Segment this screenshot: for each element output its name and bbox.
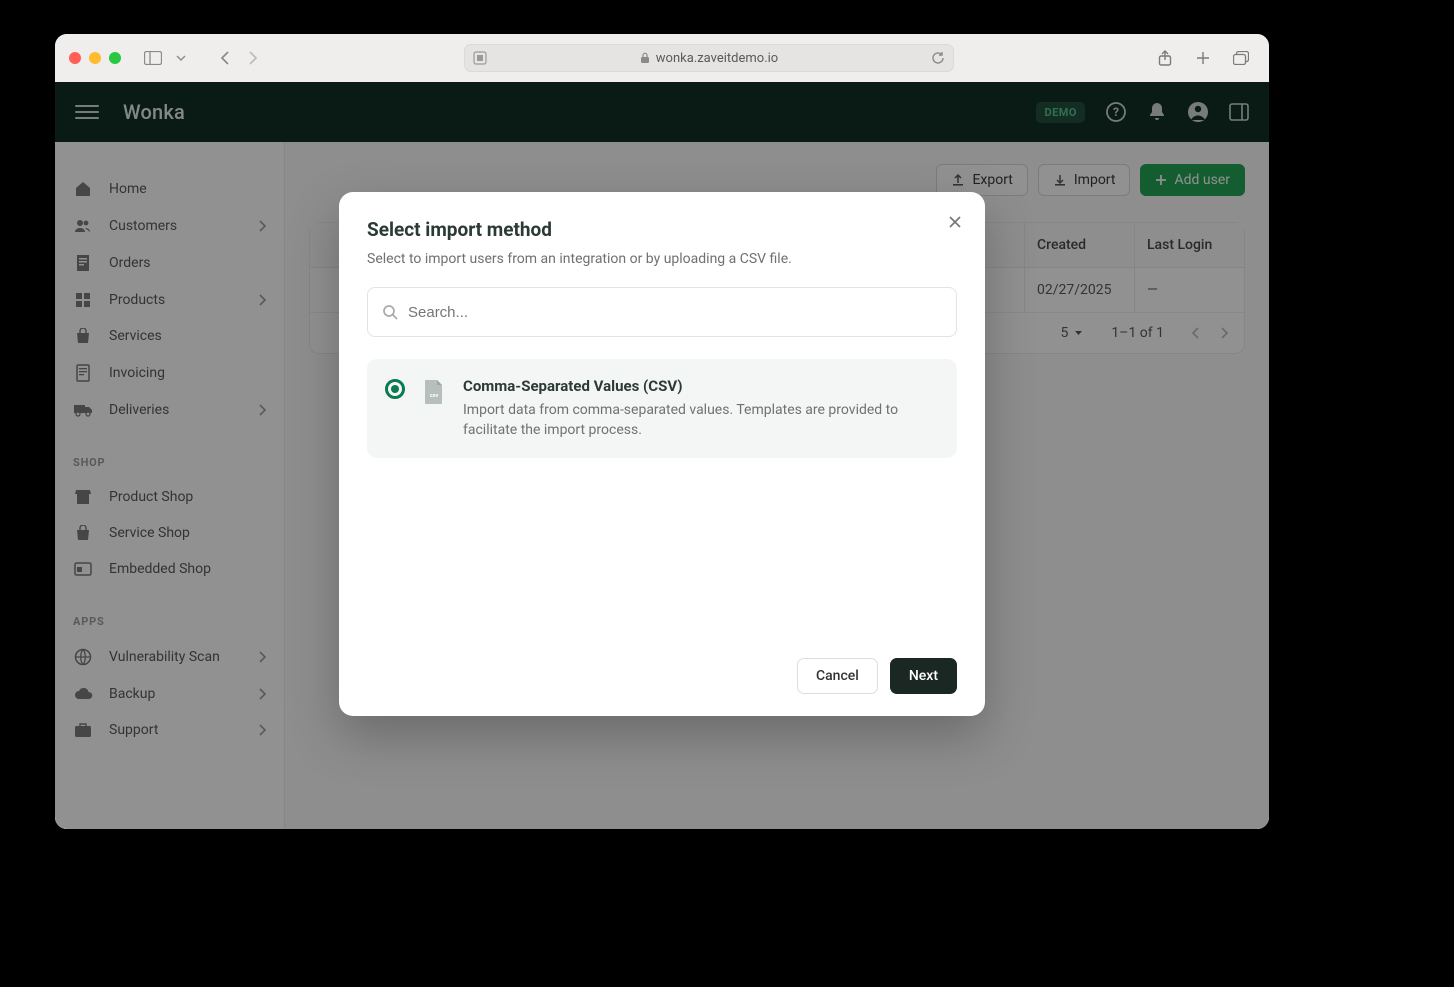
option-title: Comma-Separated Values (CSV) (463, 377, 939, 395)
import-method-modal: Select import method Select to import us… (339, 192, 985, 716)
window-minimize-button[interactable] (89, 52, 101, 64)
new-tab-button[interactable] (1191, 46, 1215, 70)
lock-icon (640, 52, 650, 64)
close-icon (948, 215, 962, 229)
privacy-shield-icon (473, 51, 487, 65)
browser-window: wonka.zaveitdemo.io Wonka (55, 34, 1269, 829)
chevron-down-icon[interactable] (169, 46, 193, 70)
window-close-button[interactable] (69, 52, 81, 64)
url-bar[interactable]: wonka.zaveitdemo.io (464, 44, 954, 72)
search-input[interactable] (408, 304, 942, 321)
modal-subtitle: Select to import users from an integrati… (367, 251, 957, 267)
sidebar-toggle-button[interactable] (141, 46, 165, 70)
import-option-csv[interactable]: csv Comma-Separated Values (CSV) Import … (367, 359, 957, 458)
browser-chrome: wonka.zaveitdemo.io (55, 34, 1269, 82)
search-icon (382, 304, 398, 320)
csv-file-icon: csv (423, 379, 445, 405)
reload-button[interactable] (931, 51, 945, 65)
traffic-lights (69, 52, 121, 64)
next-button[interactable]: Next (890, 658, 957, 694)
radio-selected[interactable] (385, 379, 405, 399)
close-button[interactable] (943, 210, 967, 234)
app-shell: Wonka DEMO ? Ho (55, 82, 1269, 829)
share-button[interactable] (1153, 46, 1177, 70)
back-button[interactable] (213, 46, 237, 70)
window-maximize-button[interactable] (109, 52, 121, 64)
search-box[interactable] (367, 287, 957, 337)
modal-overlay[interactable]: Select import method Select to import us… (55, 82, 1269, 829)
option-description: Import data from comma-separated values.… (463, 401, 939, 440)
svg-text:csv: csv (430, 393, 439, 399)
cancel-button[interactable]: Cancel (797, 658, 878, 694)
url-text: wonka.zaveitdemo.io (656, 51, 778, 66)
modal-title: Select import method (367, 218, 957, 241)
tabs-button[interactable] (1229, 46, 1253, 70)
forward-button[interactable] (241, 46, 265, 70)
